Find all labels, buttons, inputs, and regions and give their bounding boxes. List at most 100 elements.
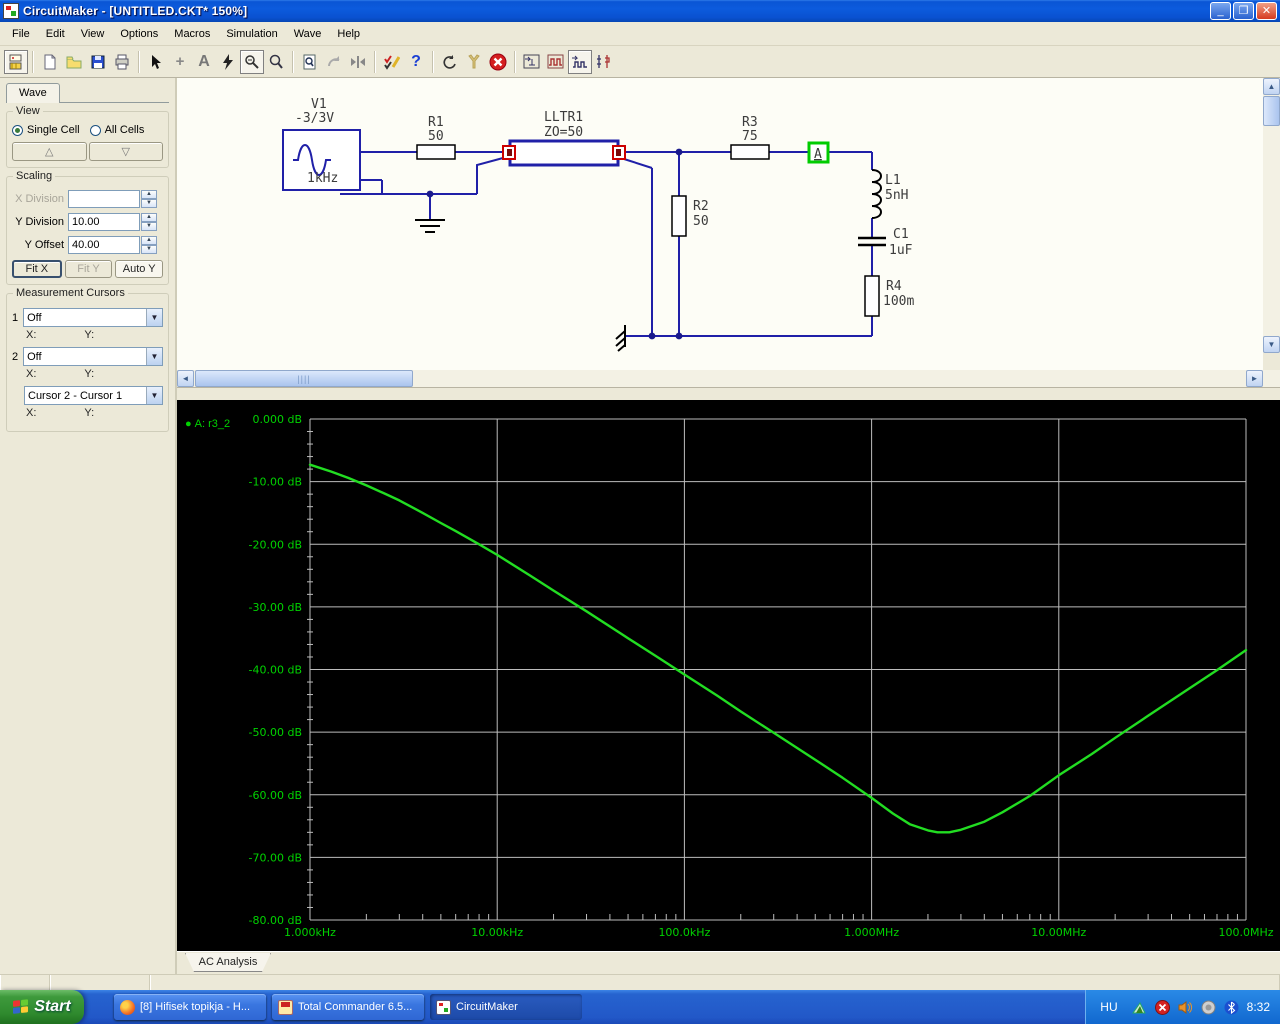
schematic-area: 1kHz V1 -3/3V R1 50 LLTR1 ZO=50 R2 50 R3…	[177, 78, 1280, 387]
wave-pulse-run-icon[interactable]	[568, 49, 592, 74]
edit-checks-icon[interactable]	[380, 50, 404, 74]
menu-macros[interactable]: Macros	[166, 25, 218, 43]
component-v1[interactable]: 1kHz V1 -3/3V	[282, 97, 361, 191]
select-arrow-icon[interactable]	[144, 50, 168, 74]
scaling-group: Scaling X Division ▲▼ Y Division ▲▼ Y Of…	[6, 170, 169, 285]
rotate-icon[interactable]	[322, 50, 346, 74]
probe-a[interactable]: A	[807, 141, 830, 164]
horizontal-scroll-thumb[interactable]: ||||	[195, 370, 413, 387]
task-total-commander[interactable]: Total Commander 6.5...	[272, 994, 424, 1020]
chevron-down-icon: ▼	[146, 348, 162, 365]
svg-text:LLTR1: LLTR1	[544, 110, 583, 125]
y-offset-spinner[interactable]: ▲ ▼	[141, 236, 157, 254]
scroll-up-icon[interactable]: ▲	[1263, 78, 1280, 95]
vertical-scrollbar[interactable]: ▲ ▼	[1263, 78, 1280, 370]
horizontal-scrollbar[interactable]: ◄ |||| ►	[177, 370, 1280, 387]
svg-text:5nH: 5nH	[885, 188, 908, 203]
single-cell-radio[interactable]	[12, 124, 23, 136]
menu-wave[interactable]: Wave	[286, 25, 330, 43]
fit-y-button[interactable]: Fit Y	[64, 260, 113, 278]
bluetooth-icon[interactable]	[1224, 1000, 1239, 1015]
y-division-input[interactable]	[68, 213, 140, 231]
save-file-icon[interactable]	[86, 50, 110, 74]
gray-device-icon[interactable]	[1201, 1000, 1216, 1015]
graph-tray-icon[interactable]	[1131, 1000, 1147, 1015]
component-r2[interactable]: R2 50	[671, 195, 709, 237]
analysis-tab-strip: AC Analysis	[177, 951, 1280, 974]
waveform-plot[interactable]: 0.000 dB -10.00 dB -20.00 dB -30.00 dB -40.0…	[177, 400, 1280, 951]
single-cell-label: Single Cell	[27, 124, 80, 136]
task-firefox[interactable]: [8] Hifisek topikja - H...	[114, 994, 266, 1020]
clock[interactable]: 8:32	[1247, 1000, 1270, 1014]
run-simulation-icon[interactable]	[216, 50, 240, 74]
utility-wrench-icon[interactable]	[462, 50, 486, 74]
minimize-button[interactable]: _	[1210, 2, 1231, 20]
y-offset-input[interactable]	[68, 236, 140, 254]
component-lltr1[interactable]: LLTR1 ZO=50	[502, 110, 626, 167]
svg-text:1uF: 1uF	[889, 243, 913, 258]
svg-text:1kHz: 1kHz	[307, 171, 338, 186]
undo-icon[interactable]	[438, 50, 462, 74]
component-r3[interactable]: R3 75	[730, 115, 770, 160]
security-shield-icon[interactable]	[1154, 999, 1170, 1015]
scroll-right-icon[interactable]: ►	[1246, 370, 1263, 387]
zoom-page-icon[interactable]	[298, 50, 322, 74]
menu-edit[interactable]: Edit	[38, 25, 73, 43]
volume-icon[interactable]	[1178, 1000, 1193, 1015]
component-r1[interactable]: R1 50	[416, 115, 456, 160]
cursor-diff-select[interactable]: Cursor 2 - Cursor 1 ▼	[24, 386, 163, 405]
wave-step-icon[interactable]	[520, 50, 544, 74]
menu-simulation[interactable]: Simulation	[218, 25, 285, 43]
zoom-tool-icon[interactable]	[264, 50, 288, 74]
cursor2-select[interactable]: Off ▼	[23, 347, 163, 366]
all-cells-radio[interactable]	[89, 124, 101, 136]
component-l1[interactable]: L1 5nH	[871, 169, 908, 219]
y-division-spinner[interactable]: ▲ ▼	[141, 213, 157, 231]
wave-panel: Wave View Single Cell All Cells △ ▽ Scal…	[0, 78, 177, 974]
auto-y-button[interactable]: Auto Y	[115, 260, 164, 278]
cursor1-select[interactable]: Off ▼	[23, 308, 163, 327]
measurement-cursors-group: Measurement Cursors 1 Off ▼ X: Y: 2 Off ▼ …	[6, 287, 169, 432]
wire-plus-icon[interactable]: +	[168, 50, 192, 74]
tab-ac-analysis[interactable]: AC Analysis	[185, 953, 271, 972]
help-icon[interactable]: ?	[404, 50, 428, 74]
splitter[interactable]	[177, 387, 1280, 400]
language-indicator[interactable]: HU	[1100, 1000, 1117, 1014]
scroll-down-icon[interactable]: ▼	[1263, 336, 1280, 353]
component-r4[interactable]: R4 100m	[864, 275, 914, 317]
ac-analysis-chart[interactable]: 0.000 dB -10.00 dB -20.00 dB -30.00 dB -40.0…	[177, 400, 1280, 951]
wave-pulse-icon[interactable]	[544, 50, 568, 74]
probe-tool-icon[interactable]	[240, 49, 264, 74]
open-file-icon[interactable]	[62, 50, 86, 74]
new-document-icon[interactable]	[38, 50, 62, 74]
component-c1[interactable]: C1 1uF	[858, 227, 913, 258]
split-view-icon[interactable]	[346, 50, 370, 74]
stop-simulation-icon[interactable]	[486, 50, 510, 74]
vertical-scroll-thumb[interactable]	[1263, 96, 1280, 126]
scroll-left-icon[interactable]: ◄	[177, 370, 194, 387]
fit-x-button[interactable]: Fit X	[12, 260, 62, 278]
earth-ground-symbol[interactable]	[615, 325, 626, 352]
menu-help[interactable]: Help	[329, 25, 368, 43]
task-circuitmaker[interactable]: CircuitMaker	[430, 994, 582, 1020]
status-bar	[0, 974, 1280, 990]
menu-file[interactable]: File	[4, 25, 38, 43]
cell-up-button[interactable]: △	[12, 142, 87, 161]
cell-down-button[interactable]: ▽	[88, 142, 163, 161]
x-division-spinner[interactable]: ▲ ▼	[141, 190, 157, 208]
ground-symbol[interactable]	[415, 219, 445, 233]
start-button[interactable]: Start	[0, 990, 84, 1024]
restore-button[interactable]: ❐	[1233, 2, 1254, 20]
svg-text:-30.00 dB: -30.00 dB	[249, 601, 303, 614]
svg-text:R1: R1	[428, 115, 444, 130]
part-browser-icon[interactable]	[4, 49, 28, 74]
x-division-input[interactable]	[68, 190, 140, 208]
tab-wave[interactable]: Wave	[6, 83, 60, 103]
menu-view[interactable]: View	[73, 25, 113, 43]
close-button[interactable]: ✕	[1256, 2, 1277, 20]
wave-dual-icon[interactable]	[592, 50, 616, 74]
text-tool-icon[interactable]: A	[192, 50, 216, 74]
menu-options[interactable]: Options	[112, 25, 166, 43]
schematic-canvas[interactable]: 1kHz V1 -3/3V R1 50 LLTR1 ZO=50 R2 50 R3…	[177, 78, 1263, 370]
print-icon[interactable]	[110, 50, 134, 74]
